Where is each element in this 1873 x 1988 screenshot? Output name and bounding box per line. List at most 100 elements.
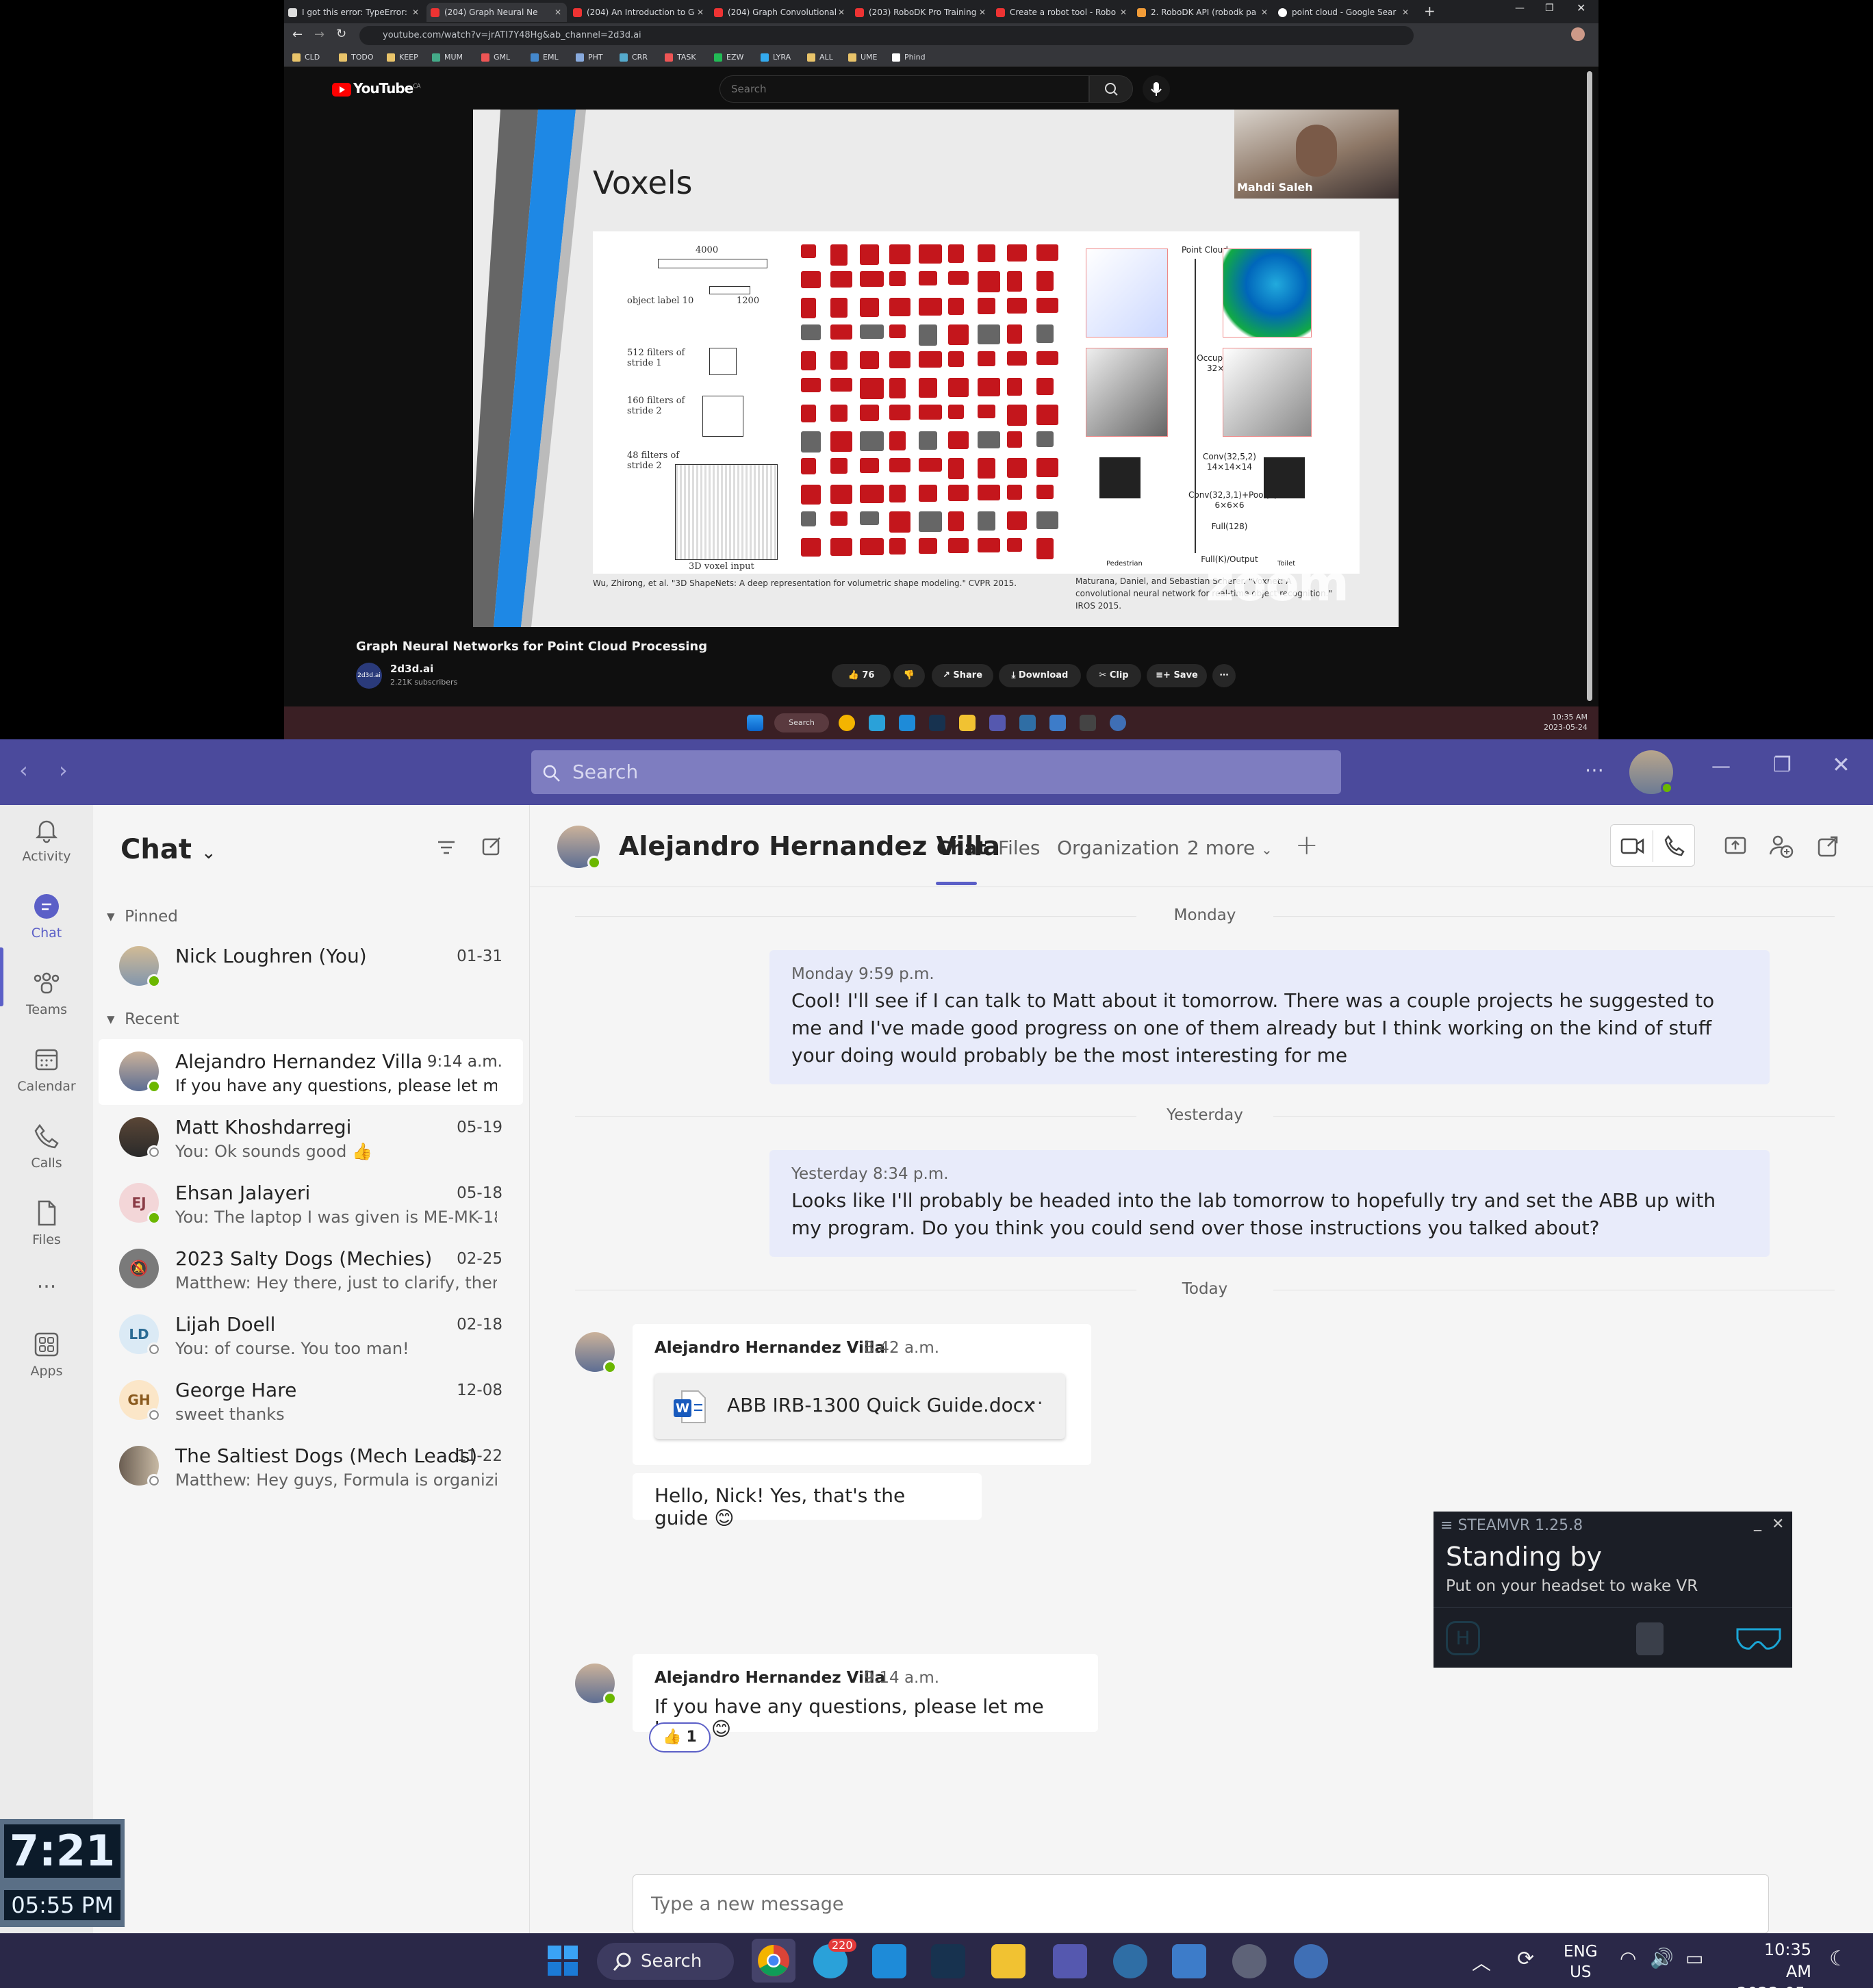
bookmark[interactable]: TODO [339,52,374,63]
windows-start-icon[interactable] [546,1944,579,1977]
rail-activity[interactable]: Activity [0,805,93,880]
forward-icon[interactable]: → [314,27,324,42]
browser-tab[interactable]: I got this error: TypeError: ✕ [284,3,424,22]
sent-message[interactable]: Monday 9:59 p.m. Cool! I'll see if I can… [769,950,1770,1084]
language-indicator[interactable]: ENG US [1564,1941,1598,1983]
telegram-icon[interactable]: 220 [813,1939,856,1978]
settings-icon[interactable] [1232,1944,1266,1978]
filter-icon[interactable] [435,837,457,858]
dislike-button[interactable]: 👎 [893,664,925,687]
channel-avatar[interactable]: 2d3d.ai [356,663,382,689]
channel-name[interactable]: 2d3d.ai [390,663,433,675]
chat-list-item[interactable]: EJ Ehsan Jalayeri 05-18 You: The laptop … [99,1171,523,1236]
forward-icon[interactable]: › [59,757,68,783]
pop-out-icon[interactable] [1817,835,1839,857]
restore-button[interactable]: ❐ [1773,753,1792,777]
search-button[interactable] [1089,75,1133,103]
tab-organization[interactable]: Organization [1057,837,1180,859]
browser-tab-active[interactable]: (204) Graph Neural Ne ✕ [426,3,567,22]
app-icon[interactable] [1172,1944,1206,1978]
browser-tab[interactable]: 2. RoboDK API (robodk pa ✕ [1133,3,1273,22]
tab-files[interactable]: Files [998,837,1040,859]
sent-message[interactable]: Yesterday 8:34 p.m. Looks like I'll prob… [769,1150,1770,1257]
notification-icon[interactable]: ☾ [1829,1947,1848,1971]
video-player[interactable]: Voxels Mahdi Saleh 4000 object label 10 … [473,110,1399,627]
reaction-pill[interactable]: 👍 1 [649,1722,711,1753]
bookmark[interactable]: KEEP [387,52,418,63]
rail-apps[interactable]: Apps [0,1320,93,1395]
sender-avatar[interactable] [575,1664,617,1705]
rail-files[interactable]: Files [0,1188,93,1264]
chat-list-item[interactable]: LD Lijah Doell 02-18 You: of course. You… [99,1302,523,1368]
vr-icon[interactable] [1294,1944,1328,1978]
browser-tab[interactable]: point cloud - Google Sear ✕ [1274,3,1414,22]
back-icon[interactable]: ‹ [19,757,28,783]
rail-calendar[interactable]: Calendar [0,1035,93,1110]
rail-more[interactable]: ... [0,1265,93,1306]
chat-list-item-selected[interactable]: Alejandro Hernandez Villa 9:14 a.m. If y… [99,1039,523,1105]
new-chat-icon[interactable] [481,835,502,857]
browser-tab[interactable]: Create a robot tool - Robo ✕ [992,3,1132,22]
address-bar[interactable]: youtube.com/watch?v=jrATI7Y48Hg&ab_chann… [359,26,1414,45]
bookmark[interactable]: GML [481,52,510,63]
new-tab-button[interactable]: + [1424,3,1436,19]
more-options-icon[interactable]: ⋯ [1585,759,1604,781]
bookmark[interactable]: ALL [807,52,833,63]
minimize-button[interactable]: — [1711,754,1731,777]
file-more-options-icon[interactable]: ⋯ [1024,1391,1043,1414]
audio-call-icon[interactable] [1663,834,1686,858]
bookmark[interactable]: PHT [576,52,603,63]
bookmark[interactable]: EZW [714,52,743,63]
more-actions-button[interactable]: ⋯ [1212,664,1236,687]
received-message[interactable]: Alejandro Hernandez Villa 9:14 a.m. If y… [633,1654,1098,1740]
vscode-icon[interactable] [872,1944,906,1978]
browser-tab[interactable]: (204) Graph Convolutional ✕ [710,3,850,22]
file-attachment-card[interactable]: W ABB IRB-1300 Quick Guide.docx ⋯ [654,1373,1065,1439]
tab-more[interactable]: 2 more ⌄ [1187,837,1273,859]
clip-button[interactable]: ✂ Clip [1086,664,1141,687]
like-button[interactable]: 👍 76 [832,664,891,687]
sync-icon[interactable]: ⟳ [1517,1947,1534,1971]
profile-avatar[interactable] [1571,27,1585,41]
youtube-logo[interactable]: YouTubeCA [332,80,421,97]
rail-chat[interactable]: Chat [0,882,93,957]
bookmark[interactable]: MUM [432,52,463,63]
chat-list-title[interactable]: Chat ⌄ [120,834,216,865]
youtube-search-input[interactable]: Search [719,75,1089,103]
video-call-icon[interactable] [1620,834,1645,858]
save-button[interactable]: ≡+ Save [1147,664,1207,687]
browser-tab[interactable]: (204) An Introduction to G ✕ [569,3,709,22]
bookmark[interactable]: CRR [620,52,648,63]
bookmark[interactable]: EML [531,52,559,63]
browser-tab[interactable]: (203) RoboDK Pro Training ✕ [851,3,991,22]
chat-list-item[interactable]: GH George Hare 12-08 sweet thanks [99,1368,523,1433]
file-explorer-icon[interactable] [991,1944,1025,1978]
system-clock[interactable]: 10:35 AM 2023-05-24 [1736,1939,1811,1988]
steam-icon[interactable] [931,1944,965,1978]
rail-teams[interactable]: Teams [0,958,93,1034]
bookmark[interactable]: CLD [292,52,320,63]
message-compose-input[interactable]: Type a new message [633,1874,1769,1933]
minimize-button[interactable]: _ [1754,1514,1761,1531]
bookmark[interactable]: LYRA [761,52,791,63]
add-people-icon[interactable] [1769,834,1794,858]
wifi-icon[interactable]: ◠ [1620,1947,1636,1970]
sender-avatar[interactable] [575,1332,617,1374]
restore-button[interactable]: ❐ [1545,3,1554,14]
page-scrollbar[interactable] [1585,67,1594,707]
app-icon[interactable] [1113,1944,1147,1978]
chat-list-item[interactable]: Matt Khoshdarregi 05-19 You: Ok sounds g… [99,1105,523,1171]
chat-list-item[interactable]: The Saltiest Dogs (Mech Leads) 11-22 Mat… [99,1433,523,1499]
user-avatar[interactable] [1629,750,1673,794]
share-screen-icon[interactable] [1724,835,1747,857]
bookmark[interactable]: UME [848,52,878,63]
chat-list-item[interactable]: 🔕 2023 Salty Dogs (Mechies) 02-25 Matthe… [99,1236,523,1302]
pinned-section-header[interactable]: ▾ Pinned [107,908,178,926]
battery-icon[interactable]: ▭ [1685,1947,1703,1970]
rail-calls[interactable]: Calls [0,1112,93,1187]
reload-icon[interactable]: ↻ [336,27,346,41]
recent-section-header[interactable]: ▾ Recent [107,1010,179,1028]
download-button[interactable]: ⤓ Download [999,664,1081,687]
received-message[interactable]: Alejandro Hernandez Villa 8:42 a.m. W AB… [633,1324,1091,1465]
teams-icon[interactable] [1053,1944,1087,1978]
